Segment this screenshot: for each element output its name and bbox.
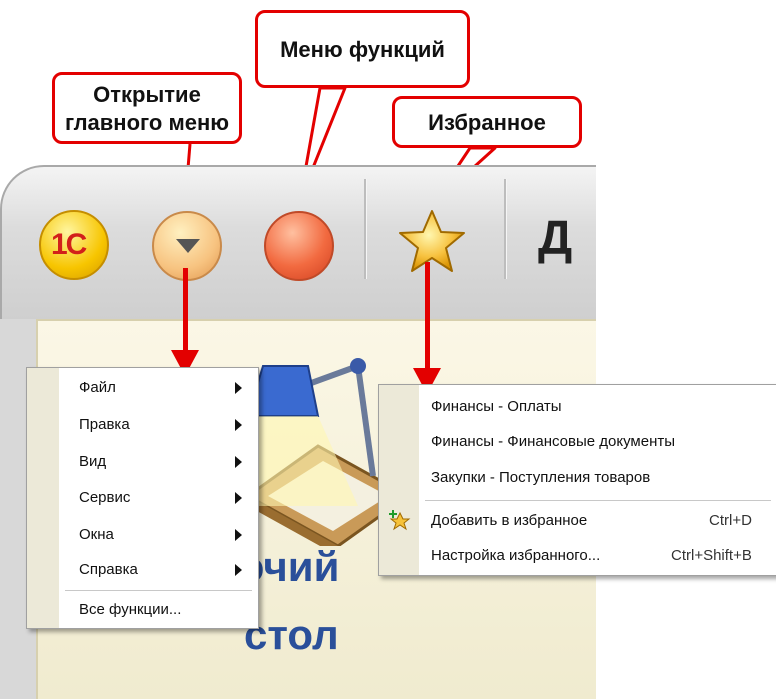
favorite-item-label: Финансы - Оплаты	[431, 398, 562, 415]
menu-item-service[interactable]: Сервис	[79, 486, 130, 510]
favorite-item[interactable]: Финансы - Оплаты	[431, 395, 562, 419]
menu-item-edit[interactable]: Правка	[79, 413, 130, 437]
arrow-main-menu-shaft	[183, 268, 188, 353]
1c-logo-button[interactable]: 1С	[39, 210, 109, 280]
favorite-item-label: Закупки - Поступления товаров	[431, 469, 651, 486]
menu-item-label: Справка	[79, 561, 138, 578]
menu-item-label: Окна	[79, 526, 114, 543]
star-icon	[399, 210, 465, 272]
menu-separator	[425, 500, 771, 501]
toolbar-separator	[504, 179, 507, 279]
favorites-star-button[interactable]	[397, 207, 467, 277]
menu-item-label: Файл	[79, 379, 116, 396]
toolbar-separator	[364, 179, 367, 279]
truncated-toolbar-label: Д	[538, 212, 573, 265]
main-menu-dropdown-icon	[176, 239, 200, 253]
functions-menu-button[interactable]	[264, 211, 334, 281]
submenu-arrow-icon	[235, 492, 242, 504]
submenu-arrow-icon	[235, 419, 242, 431]
submenu-arrow-icon	[235, 456, 242, 468]
toolbar: 1С Д	[0, 165, 596, 319]
shortcut-label: Ctrl+D	[709, 512, 752, 529]
submenu-arrow-icon	[235, 564, 242, 576]
submenu-arrow-icon	[235, 382, 242, 394]
menu-item-windows[interactable]: Окна	[79, 523, 114, 547]
favorites-settings-item[interactable]: Настройка избранного...	[431, 544, 600, 568]
arrow-favorites-shaft	[425, 262, 430, 370]
favorites-dropdown: Финансы - Оплаты Финансы - Финансовые до…	[378, 384, 776, 576]
menu-item-all-functions[interactable]: Все функции...	[79, 598, 181, 622]
menu-item-file[interactable]: Файл	[79, 376, 116, 400]
menu-item-view[interactable]: Вид	[79, 450, 106, 474]
menu-separator	[65, 590, 252, 591]
menu-item-help[interactable]: Справка	[79, 558, 138, 582]
menu-gutter	[27, 368, 59, 628]
favorite-item[interactable]: Финансы - Финансовые документы	[431, 430, 675, 454]
menu-item-label: Правка	[79, 416, 130, 433]
menu-item-label: Все функции...	[79, 601, 182, 618]
favorite-item-label: Финансы - Финансовые документы	[431, 433, 676, 450]
favorite-item[interactable]: Закупки - Поступления товаров	[431, 466, 650, 490]
menu-gutter	[379, 385, 419, 575]
1c-logo-icon: 1С	[51, 228, 87, 261]
shortcut-label: Ctrl+Shift+B	[671, 547, 752, 564]
menu-item-label: Вид	[79, 453, 107, 470]
add-favorite-icon	[389, 510, 411, 531]
submenu-arrow-icon	[235, 529, 242, 541]
add-to-favorites-item[interactable]: Добавить в избранное	[431, 509, 587, 533]
add-to-favorites-label: Добавить в избранное	[431, 512, 588, 529]
favorites-settings-label: Настройка избранного...	[431, 547, 601, 564]
main-menu-dropdown: Файл Правка Вид Сервис Окна Справка Все …	[26, 367, 259, 629]
menu-item-label: Сервис	[79, 489, 131, 506]
